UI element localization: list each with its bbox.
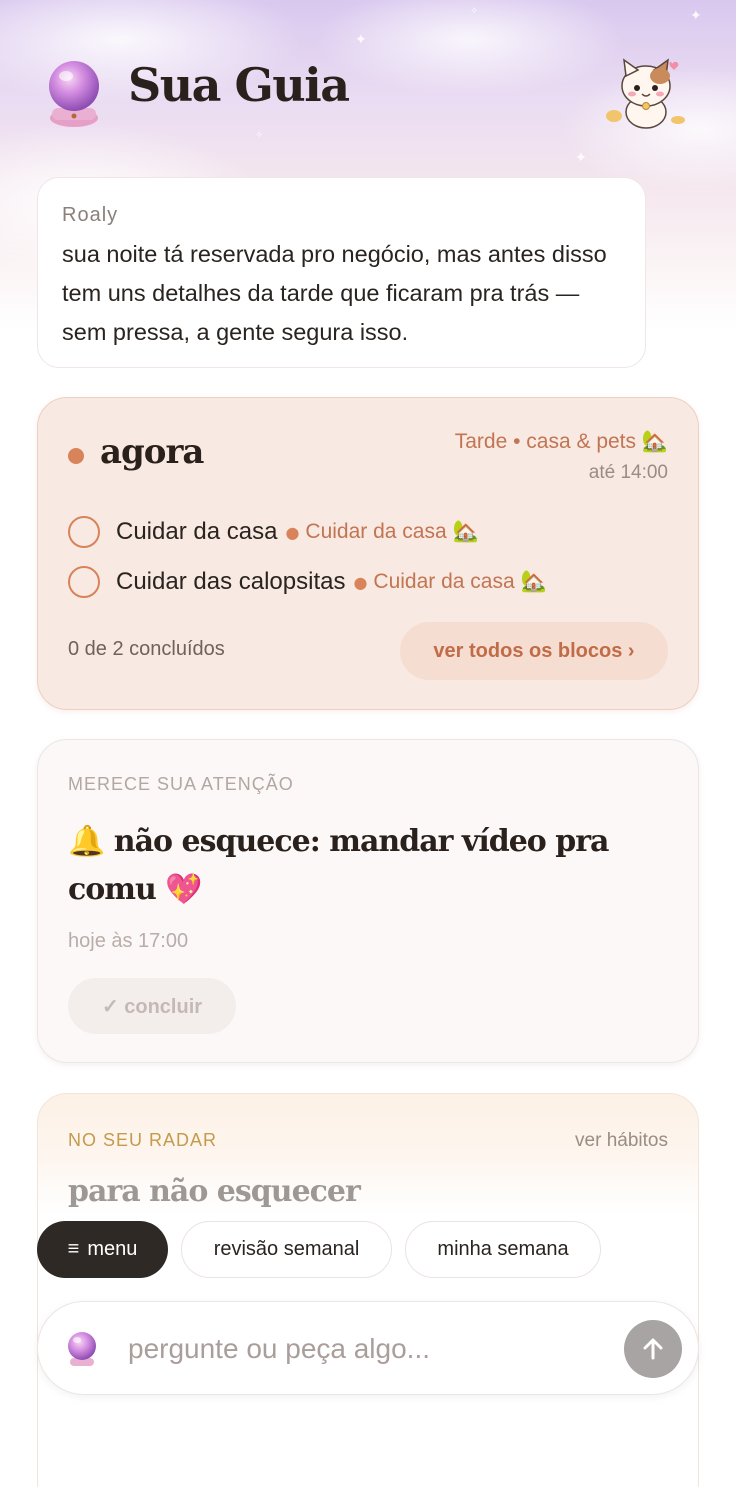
page-title: Sua Guia [128,58,350,112]
task-tag-dot: ● [285,522,300,542]
task-label: Cuidar da casa [116,518,278,545]
task-item[interactable]: Cuidar da casa ● Cuidar da casa 🏡 [68,516,479,548]
task-tag: Cuidar da casa 🏡 [373,570,547,593]
task-label: Cuidar das calopsitas [116,568,346,595]
view-habits-link[interactable]: ver hábitos [575,1130,668,1152]
task-tag: Cuidar da casa 🏡 [305,520,479,543]
reminder-time: hoje às 17:00 [68,930,189,952]
crystal-ball-icon [68,1332,96,1366]
task-tag-dot: ● [353,572,368,592]
reminder-title: 🔔 não esquece: mandar vídeo pra comu 💖 [68,824,609,907]
task-checkbox[interactable] [68,566,100,598]
task-checkbox[interactable] [68,516,100,548]
ask-bar [37,1301,699,1395]
arrow-up-icon [643,1338,663,1360]
crystal-ball-icon [49,61,99,127]
status-dot [68,448,84,464]
menu-button[interactable]: ≡ menu [37,1221,168,1278]
message-text: sua noite tá reservada pro negócio, mas … [62,241,607,345]
page-header: Sua Guia [0,0,736,170]
radar-title: para não esquecer [68,1174,361,1209]
ask-input[interactable] [128,1326,608,1372]
complete-button[interactable]: ✓ concluir [68,978,236,1034]
message-author: Roaly [62,204,119,226]
radar-card: NO SEU RADAR ver hábitos para não esquec… [37,1093,699,1487]
quick-actions: ≡ menu revisão semanal minha semana [37,1221,614,1278]
cat-mascot-icon [606,58,685,129]
attention-label: MERECE SUA ATENÇÃO [68,774,294,794]
tasks-progress: 0 de 2 concluídos [68,638,225,660]
send-button[interactable] [624,1320,682,1378]
current-block-info: Tarde • casa & pets 🏡 até 14:00 [455,430,668,484]
view-all-blocks-button[interactable]: ver todos os blocos › [400,622,668,680]
my-week-chip[interactable]: minha semana [405,1221,601,1278]
current-block-name: Tarde • casa & pets 🏡 [454,430,668,453]
now-title: agora [100,432,204,472]
current-block-until: até 14:00 [588,462,668,483]
now-card: agora Tarde • casa & pets 🏡 até 14:00 Cu… [37,397,699,710]
menu-icon: ≡ [67,1238,80,1260]
task-item[interactable]: Cuidar das calopsitas ● Cuidar da casa 🏡 [68,566,547,598]
weekly-review-chip[interactable]: revisão semanal [181,1221,392,1278]
menu-label: menu [87,1238,138,1260]
assistant-message: Roaly sua noite tá reservada pro negócio… [37,177,646,368]
attention-card: MERECE SUA ATENÇÃO 🔔 não esquece: mandar… [37,739,699,1063]
radar-label: NO SEU RADAR [68,1130,218,1150]
